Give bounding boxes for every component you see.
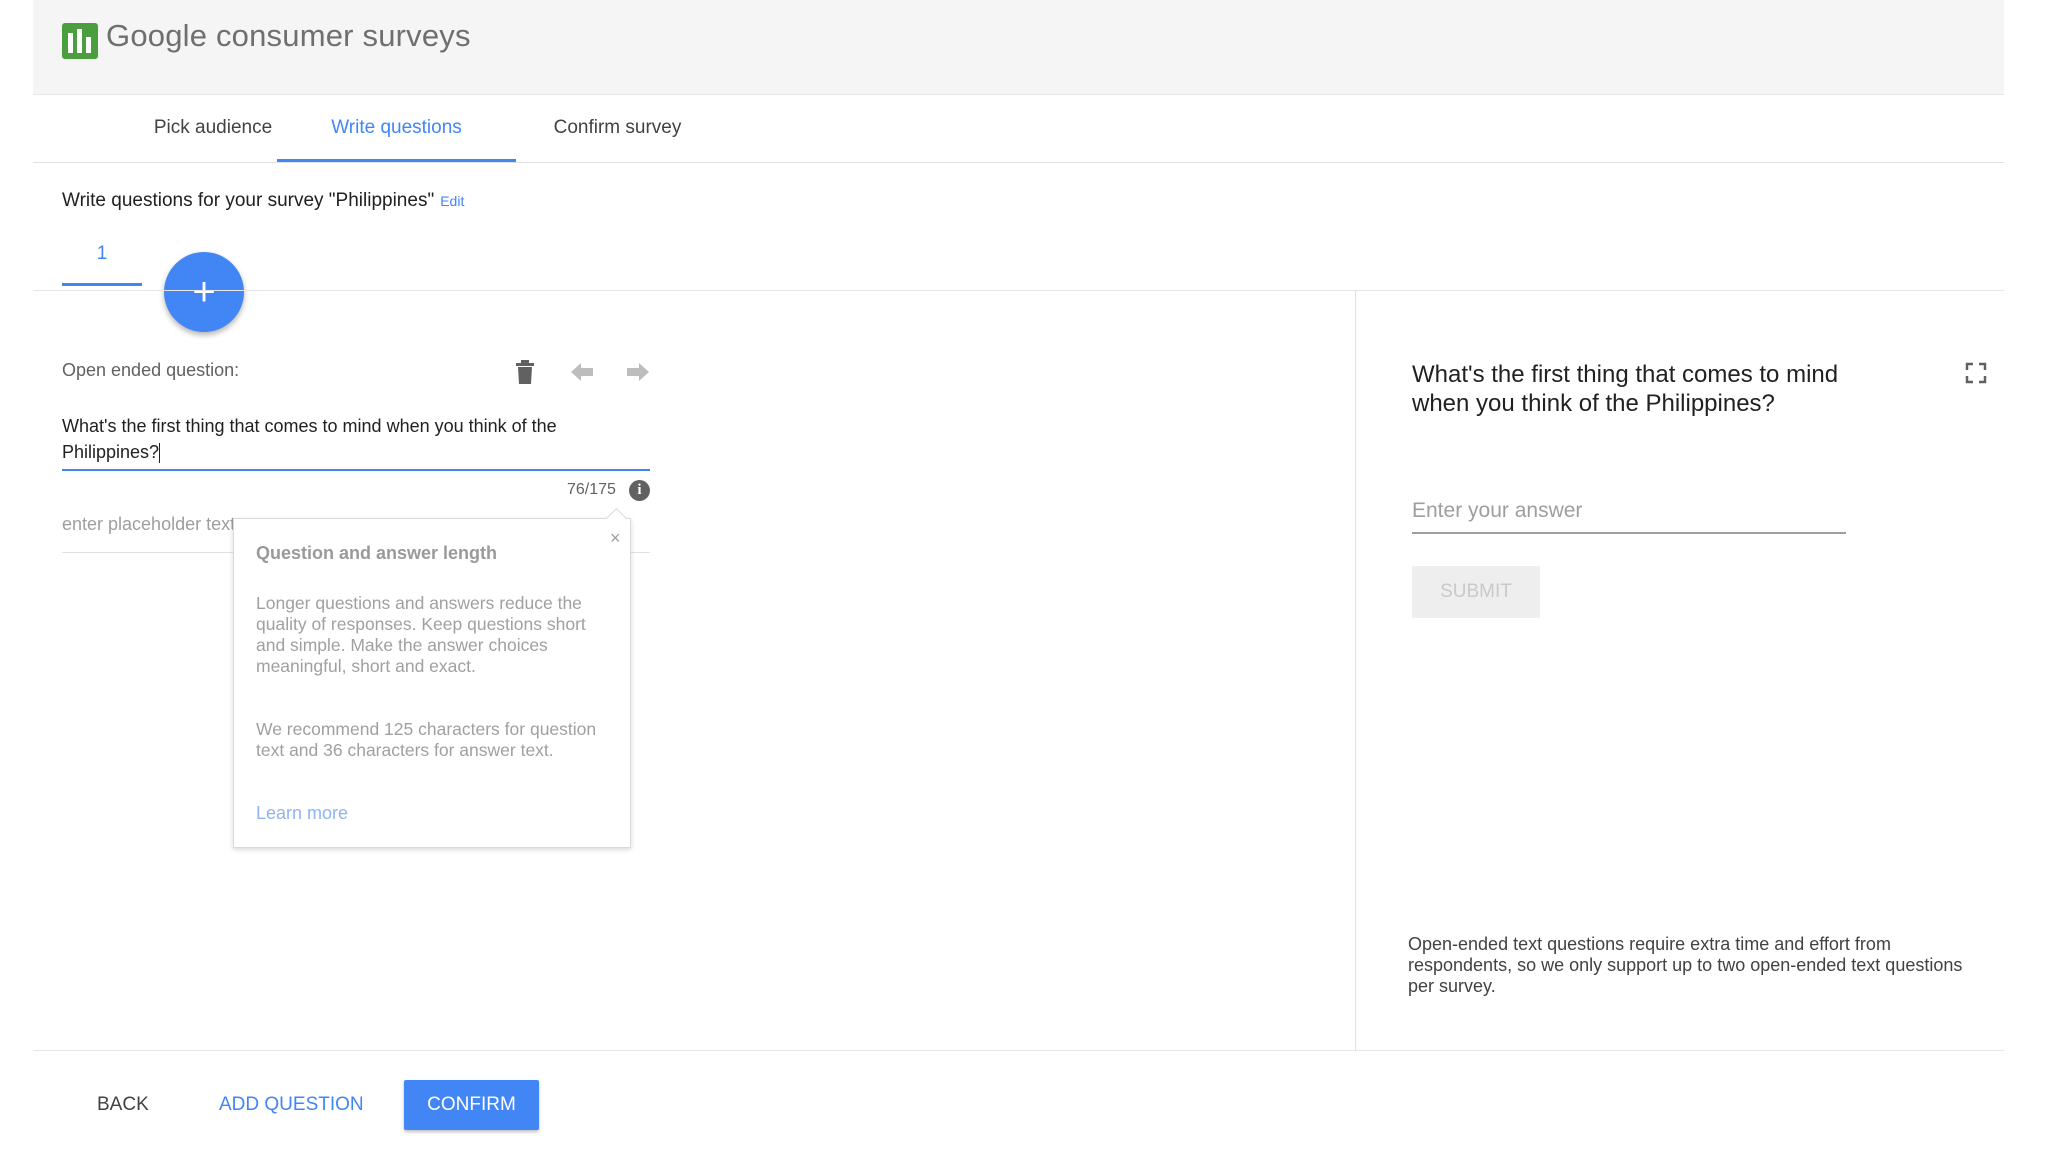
survey-title-text: Write questions for your survey "Philipp… xyxy=(62,190,435,211)
preview-question: What's the first thing that comes to min… xyxy=(1412,361,1839,417)
submit-button[interactable]: SUBMIT xyxy=(1412,566,1540,618)
plus-icon: + xyxy=(192,270,216,314)
tooltip-title: Question and answer length xyxy=(256,543,498,563)
tab-write-questions[interactable]: Write questions xyxy=(277,94,516,162)
arrow-left-icon[interactable] xyxy=(568,358,596,386)
question-text-field[interactable]: What's the first thing that comes to min… xyxy=(62,413,650,471)
arrow-right-icon[interactable] xyxy=(624,358,652,386)
trash-icon[interactable] xyxy=(511,358,539,386)
confirm-button[interactable]: CONFIRM xyxy=(404,1080,539,1130)
add-question-button[interactable]: ADD QUESTION xyxy=(219,1080,364,1130)
tab-confirm-survey[interactable]: Confirm survey xyxy=(516,94,719,162)
survey-title: Write questions for your survey "Philipp… xyxy=(62,190,464,212)
app-logo-text: Google consumer surveys xyxy=(106,18,471,53)
learn-more-link[interactable]: Learn more xyxy=(256,803,348,824)
app-frame: Google consumer surveys Pick audience Wr… xyxy=(33,0,2004,1152)
fullscreen-icon[interactable] xyxy=(1965,362,1987,384)
tooltip-paragraph-1: Longer questions and answers reduce the … xyxy=(256,593,586,676)
length-tooltip: × Question and answer length Longer ques… xyxy=(233,507,631,848)
step-tabs: Pick audience Write questions Confirm su… xyxy=(33,94,2004,163)
footer-divider xyxy=(33,1050,2004,1051)
text-caret xyxy=(159,443,161,464)
answer-input[interactable] xyxy=(1412,490,1846,534)
back-button[interactable]: BACK xyxy=(97,1080,149,1130)
bar-chart-icon xyxy=(62,23,98,59)
section-divider xyxy=(33,290,2004,291)
question-tab-1[interactable]: 1 xyxy=(62,240,142,286)
open-ended-note: Open-ended text questions require extra … xyxy=(1408,934,1963,996)
app-header: Google consumer surveys xyxy=(33,0,2004,95)
add-question-fab[interactable]: + xyxy=(164,252,244,332)
close-icon[interactable]: × xyxy=(610,528,621,549)
tooltip-paragraph-2: We recommend 125 characters for question… xyxy=(256,719,597,760)
char-count: 76/175 xyxy=(567,481,616,498)
question-type-label: Open ended question: xyxy=(62,360,240,380)
question-text-value: What's the first thing that comes to min… xyxy=(62,416,557,462)
info-icon[interactable]: i xyxy=(629,480,650,501)
preview-divider xyxy=(1355,290,1356,1050)
edit-survey-name-link[interactable]: Edit xyxy=(440,193,464,209)
